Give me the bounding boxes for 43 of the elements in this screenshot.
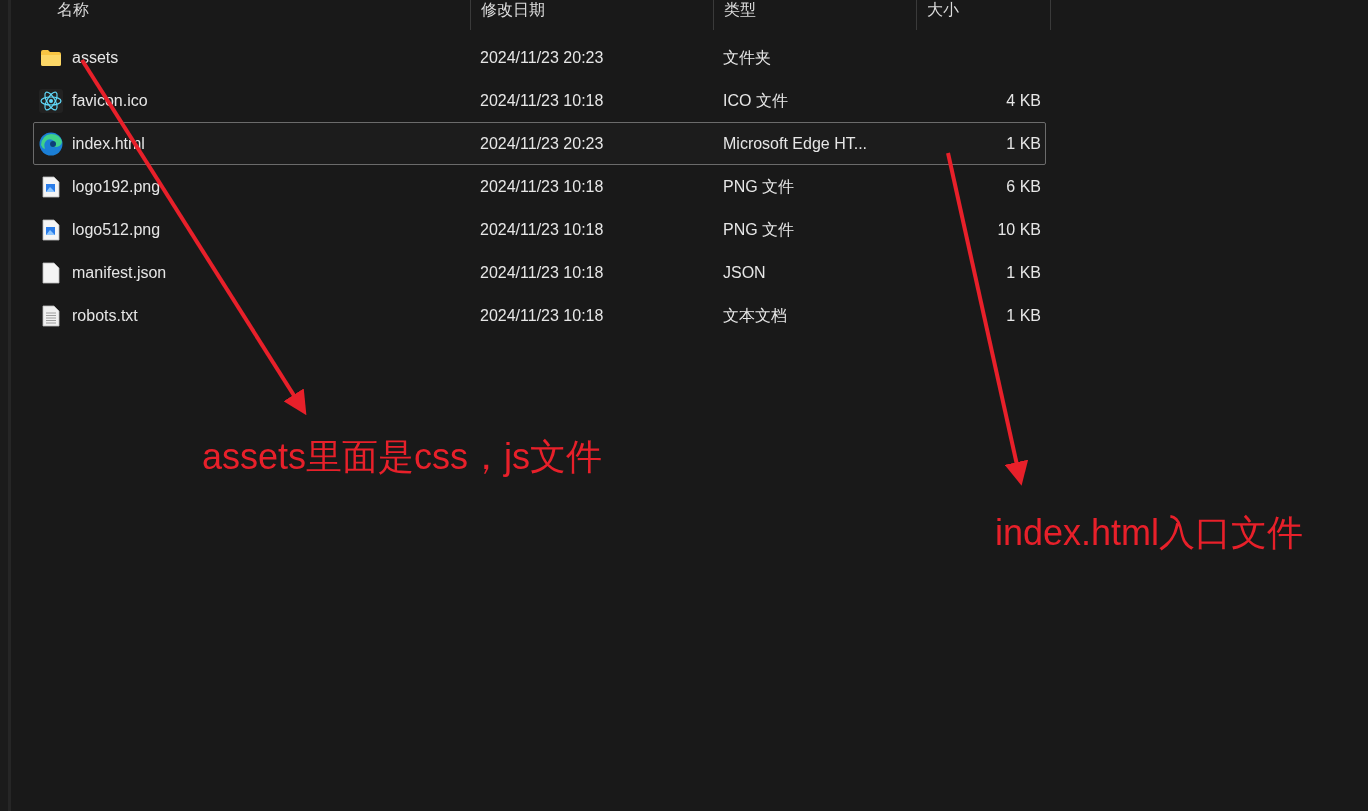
file-icon xyxy=(42,261,60,284)
file-name: manifest.json xyxy=(72,262,167,283)
file-type: JSON xyxy=(723,263,766,281)
image-file-icon xyxy=(42,218,60,241)
file-type: Microsoft Edge HT... xyxy=(723,134,868,152)
file-row[interactable]: manifest.json 2024/11/23 10:18 JSON 1 KB xyxy=(33,251,1046,294)
file-size: 1 KB xyxy=(1006,262,1041,283)
modified-date: 2024/11/23 10:18 xyxy=(480,263,604,281)
image-file-icon xyxy=(42,175,60,198)
file-name: robots.txt xyxy=(72,305,138,326)
file-name: logo192.png xyxy=(72,176,161,197)
file-size: 10 KB xyxy=(997,219,1041,240)
modified-date: 2024/11/23 10:18 xyxy=(480,220,604,238)
text-file-icon xyxy=(42,304,60,327)
file-type: ICO 文件 xyxy=(723,91,788,109)
modified-date: 2024/11/23 10:18 xyxy=(480,177,604,195)
file-type: 文本文档 xyxy=(723,306,787,324)
annotation-text: assets里面是css，js文件 xyxy=(202,435,603,479)
file-row[interactable]: logo192.png 2024/11/23 10:18 PNG 文件 6 KB xyxy=(33,165,1046,208)
column-header[interactable]: 名称 xyxy=(57,0,89,20)
modified-date: 2024/11/23 20:23 xyxy=(480,134,604,152)
file-type: PNG 文件 xyxy=(723,220,795,238)
column-header[interactable]: 修改日期 xyxy=(481,0,545,20)
column-header[interactable]: 大小 xyxy=(927,0,959,20)
column-header[interactable]: 类型 xyxy=(724,0,756,20)
file-row[interactable]: robots.txt 2024/11/23 10:18 文本文档 1 KB xyxy=(33,294,1046,337)
folder-icon xyxy=(40,48,62,67)
modified-date: 2024/11/23 10:18 xyxy=(480,306,604,324)
file-size: 1 KB xyxy=(1006,305,1041,326)
file-name: assets xyxy=(72,47,119,68)
file-size: 4 KB xyxy=(1006,90,1041,111)
file-row[interactable]: assets 2024/11/23 20:23 文件夹 xyxy=(33,36,1046,79)
file-row[interactable]: logo512.png 2024/11/23 10:18 PNG 文件 10 KB xyxy=(33,208,1046,251)
file-size: 6 KB xyxy=(1006,176,1041,197)
browser-logo-icon xyxy=(39,131,63,156)
file-size: 1 KB xyxy=(1006,133,1041,154)
modified-date: 2024/11/23 20:23 xyxy=(480,48,604,66)
annotation-text: index.html入口文件 xyxy=(995,511,1304,555)
atom-icon xyxy=(39,88,63,113)
modified-date: 2024/11/23 10:18 xyxy=(480,91,604,109)
file-type: PNG 文件 xyxy=(723,177,795,195)
file-type: 文件夹 xyxy=(723,48,771,66)
file-name: logo512.png xyxy=(72,219,161,240)
